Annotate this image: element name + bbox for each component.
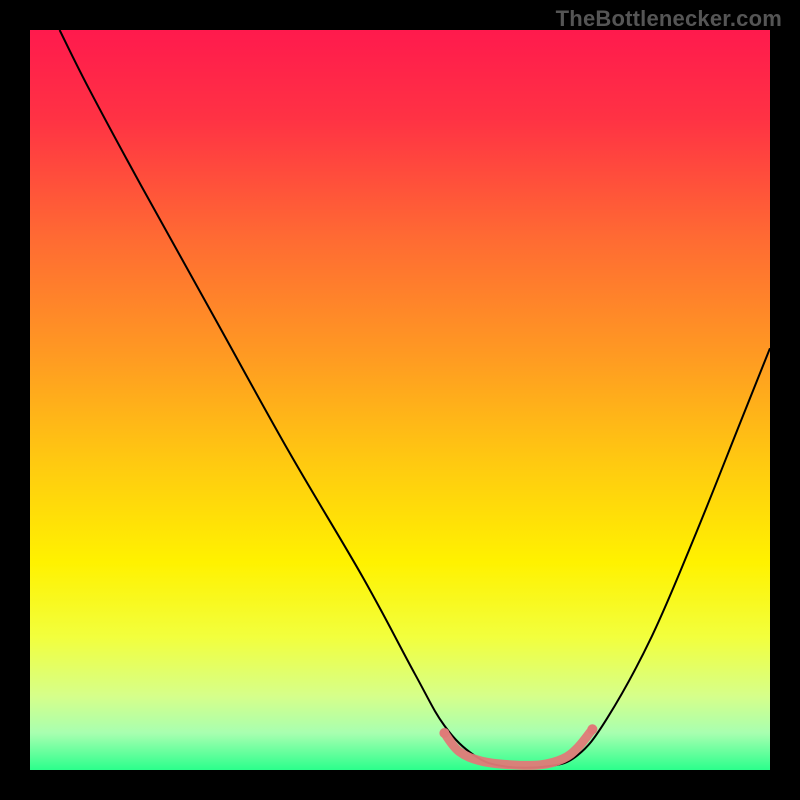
chart-svg	[30, 30, 770, 770]
highlight-marker	[587, 724, 597, 734]
chart-container: TheBottlenecker.com	[0, 0, 800, 800]
plot-area	[30, 30, 770, 770]
attribution-text: TheBottlenecker.com	[556, 6, 782, 32]
highlight-marker	[439, 728, 449, 738]
gradient-background	[30, 30, 770, 770]
